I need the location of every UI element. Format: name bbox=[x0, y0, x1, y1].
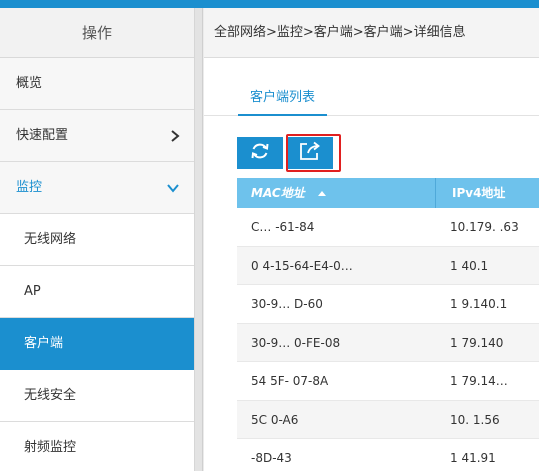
mac-address-cell: 30-9… 0-FE-08 bbox=[251, 335, 341, 350]
table-body: C… -61-84 10.179. .63 0 4-15-64-E4-0… 1 40.… bbox=[237, 208, 539, 471]
sidebar: 操作 概览 快速配置 监控 无线网络 AP 客户端 无线安全 射频监控 bbox=[0, 8, 195, 471]
ipv4-address-cell: 10.179. .63 bbox=[450, 220, 519, 234]
client-table: MAC地址 IPv4地址 C… -61-84 10.179. .63 0 4-15-… bbox=[237, 178, 539, 471]
ipv4-address-cell: 1 79.140 bbox=[450, 335, 504, 350]
mac-address-cell: -8D-43 bbox=[251, 451, 292, 465]
mac-address-cell: 30-9… D-60 bbox=[251, 297, 323, 311]
sidebar-item-label: 无线安全 bbox=[24, 388, 77, 403]
breadcrumb: 全部网络>监控>客户端>客户端>详细信息 bbox=[204, 8, 539, 58]
tab-bar: 客户端列表 bbox=[204, 58, 539, 116]
table-header: MAC地址 IPv4地址 bbox=[237, 178, 539, 208]
sort-asc-icon bbox=[317, 178, 327, 208]
ipv4-address-cell: 1 9.140.1 bbox=[450, 297, 508, 311]
sidebar-item-quick-config[interactable]: 快速配置 bbox=[0, 110, 194, 162]
content-panel: 客户端列表 MAC地址 IPv4地址 C… -61-84 10.179. .63… bbox=[204, 58, 539, 471]
column-header-mac[interactable]: MAC地址 bbox=[251, 178, 327, 208]
sidebar-item-label: 快速配置 bbox=[16, 128, 69, 143]
ipv4-address-cell: 1 40.1 bbox=[450, 258, 489, 273]
table-row[interactable]: 30-9… 0-FE-08 1 79.140 bbox=[237, 323, 539, 362]
sidebar-item-wireless-security[interactable]: 无线安全 bbox=[0, 370, 194, 422]
sidebar-item-monitor[interactable]: 监控 bbox=[0, 162, 194, 214]
mac-address-cell: 5C 0-A6 bbox=[251, 412, 299, 427]
column-header-ipv4[interactable]: IPv4地址 bbox=[452, 178, 505, 208]
column-divider bbox=[435, 178, 436, 208]
highlight-box bbox=[286, 134, 341, 172]
mac-address-cell: C… -61-84 bbox=[251, 220, 315, 234]
sidebar-item-rf-monitor[interactable]: 射频监控 bbox=[0, 422, 194, 471]
ipv4-address-cell: 1 41.91 bbox=[450, 451, 496, 465]
sidebar-title: 操作 bbox=[0, 8, 194, 58]
ipv4-address-cell: 10. 1.56 bbox=[450, 412, 500, 427]
chevron-right-icon bbox=[170, 110, 180, 162]
sidebar-item-label: 射频监控 bbox=[24, 440, 77, 455]
sidebar-item-overview[interactable]: 概览 bbox=[0, 58, 194, 110]
table-row[interactable]: 54 5F- 07-8A 1 79.14… bbox=[237, 362, 539, 401]
chevron-down-icon bbox=[166, 162, 180, 214]
sidebar-scrollbar[interactable] bbox=[195, 8, 203, 471]
sidebar-item-label: 无线网络 bbox=[24, 232, 77, 247]
table-row[interactable]: C… -61-84 10.179. .63 bbox=[237, 208, 539, 247]
refresh-icon bbox=[249, 140, 271, 166]
table-row[interactable]: 5C 0-A6 10. 1.56 bbox=[237, 400, 539, 439]
sidebar-item-label: AP bbox=[24, 284, 41, 299]
refresh-button[interactable] bbox=[237, 137, 283, 169]
sidebar-item-wireless-network[interactable]: 无线网络 bbox=[0, 214, 194, 266]
sidebar-item-label: 概览 bbox=[16, 76, 43, 91]
mac-address-cell: 0 4-15-64-E4-0… bbox=[251, 258, 353, 273]
sidebar-item-label: 客户端 bbox=[24, 336, 64, 351]
top-accent-bar bbox=[0, 0, 539, 8]
mac-address-cell: 54 5F- 07-8A bbox=[251, 374, 329, 388]
sidebar-item-label: 监控 bbox=[16, 180, 43, 195]
table-row[interactable]: 0 4-15-64-E4-0… 1 40.1 bbox=[237, 246, 539, 285]
ipv4-address-cell: 1 79.14… bbox=[450, 374, 508, 388]
table-row[interactable]: 30-9… D-60 1 9.140.1 bbox=[237, 285, 539, 324]
sidebar-item-ap[interactable]: AP bbox=[0, 266, 194, 318]
sidebar-item-client[interactable]: 客户端 bbox=[0, 318, 194, 370]
main-content: 全部网络>监控>客户端>客户端>详细信息 客户端列表 MAC地址 IPv4地址 … bbox=[204, 8, 539, 471]
table-row[interactable]: -8D-43 1 41.91 bbox=[237, 439, 539, 471]
tab-client-list[interactable]: 客户端列表 bbox=[238, 82, 328, 116]
